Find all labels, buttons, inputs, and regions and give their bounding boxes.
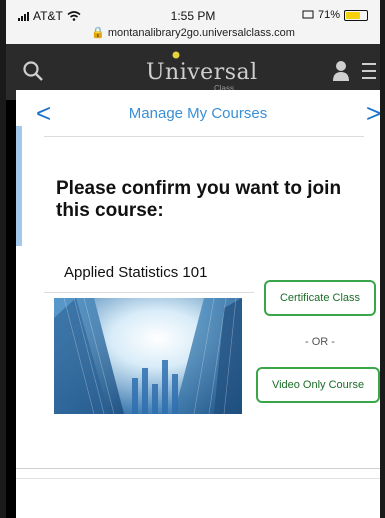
lock-icon: 🔒 — [91, 27, 105, 39]
logo[interactable]: Universal Class — [146, 51, 266, 94]
url-bar[interactable]: 🔒 montanalibrary2go.universalclass.com — [6, 26, 380, 39]
confirm-heading: Please confirm you want to join this cou… — [56, 178, 342, 221]
next-chevron-icon[interactable]: > — [366, 100, 380, 126]
status-right: 71% — [302, 9, 368, 21]
divider — [44, 292, 254, 293]
course-nav: < Manage My Courses > — [16, 90, 380, 138]
url-text: montanalibrary2go.universalclass.com — [107, 27, 295, 39]
menu-icon[interactable] — [362, 62, 376, 80]
course-title: Applied Statistics 101 — [64, 264, 208, 281]
user-icon[interactable] — [332, 60, 350, 82]
scroll-accent — [16, 126, 22, 246]
skyscraper-image — [54, 298, 242, 414]
course-image — [54, 298, 242, 414]
certificate-class-button[interactable]: Certificate Class — [264, 280, 376, 316]
phone-screen: AT&T 1:55 PM 71% 🔒 montanalibrary2go.uni… — [6, 0, 380, 518]
battery-fill — [346, 11, 360, 19]
page-title: Manage My Courses — [128, 105, 268, 122]
logo-text: Universal — [146, 60, 258, 85]
divider — [16, 478, 380, 479]
or-separator: - OR - — [305, 336, 335, 348]
divider — [44, 136, 364, 137]
battery-icon — [344, 9, 368, 21]
screen-mirror-icon — [302, 10, 314, 19]
video-only-course-button[interactable]: Video Only Course — [256, 367, 380, 403]
battery-percent: 71% — [317, 9, 340, 21]
lightbulb-icon — [172, 51, 180, 59]
status-bar: AT&T 1:55 PM 71% 🔒 montanalibrary2go.uni… — [6, 0, 380, 44]
search-icon[interactable] — [22, 60, 44, 82]
main-content: < Manage My Courses > Please confirm you… — [16, 90, 380, 518]
divider — [16, 468, 380, 469]
